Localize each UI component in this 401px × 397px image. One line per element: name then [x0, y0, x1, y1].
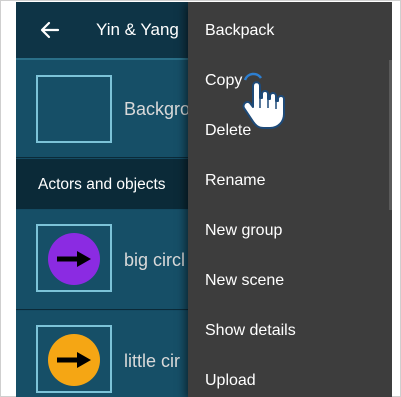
actor-label: little cir [124, 351, 181, 371]
page-title: Yin & Yang [96, 20, 179, 39]
menu-item-rename[interactable]: Rename [188, 156, 392, 206]
background-label: Backgro [124, 99, 191, 119]
menu-item-show-details[interactable]: Show details [188, 306, 392, 356]
context-menu: Backpack Copy Delete Rename New group Ne… [188, 2, 392, 397]
actor-thumbnail [36, 224, 112, 292]
app-screen: Yin & Yang Backgro Actors and objects bi… [16, 2, 392, 397]
screenshot-frame: Yin & Yang Backgro Actors and objects bi… [0, 0, 401, 397]
actor-thumbnail [36, 325, 112, 393]
menu-item-new-group[interactable]: New group [188, 206, 392, 256]
orange-circle-icon [48, 334, 100, 386]
menu-item-delete[interactable]: Delete [188, 106, 392, 156]
menu-item-new-scene[interactable]: New scene [188, 256, 392, 306]
menu-item-backpack[interactable]: Backpack [188, 6, 392, 56]
purple-circle-icon [48, 233, 100, 285]
menu-item-copy[interactable]: Copy [188, 56, 392, 106]
section-header-label: Actors and objects [38, 176, 166, 193]
arrow-left-icon[interactable] [38, 18, 62, 42]
background-thumbnail [36, 75, 112, 143]
actor-label: big circl [124, 250, 186, 270]
menu-item-upload[interactable]: Upload [188, 356, 392, 397]
menu-scrollbar[interactable] [389, 60, 392, 210]
